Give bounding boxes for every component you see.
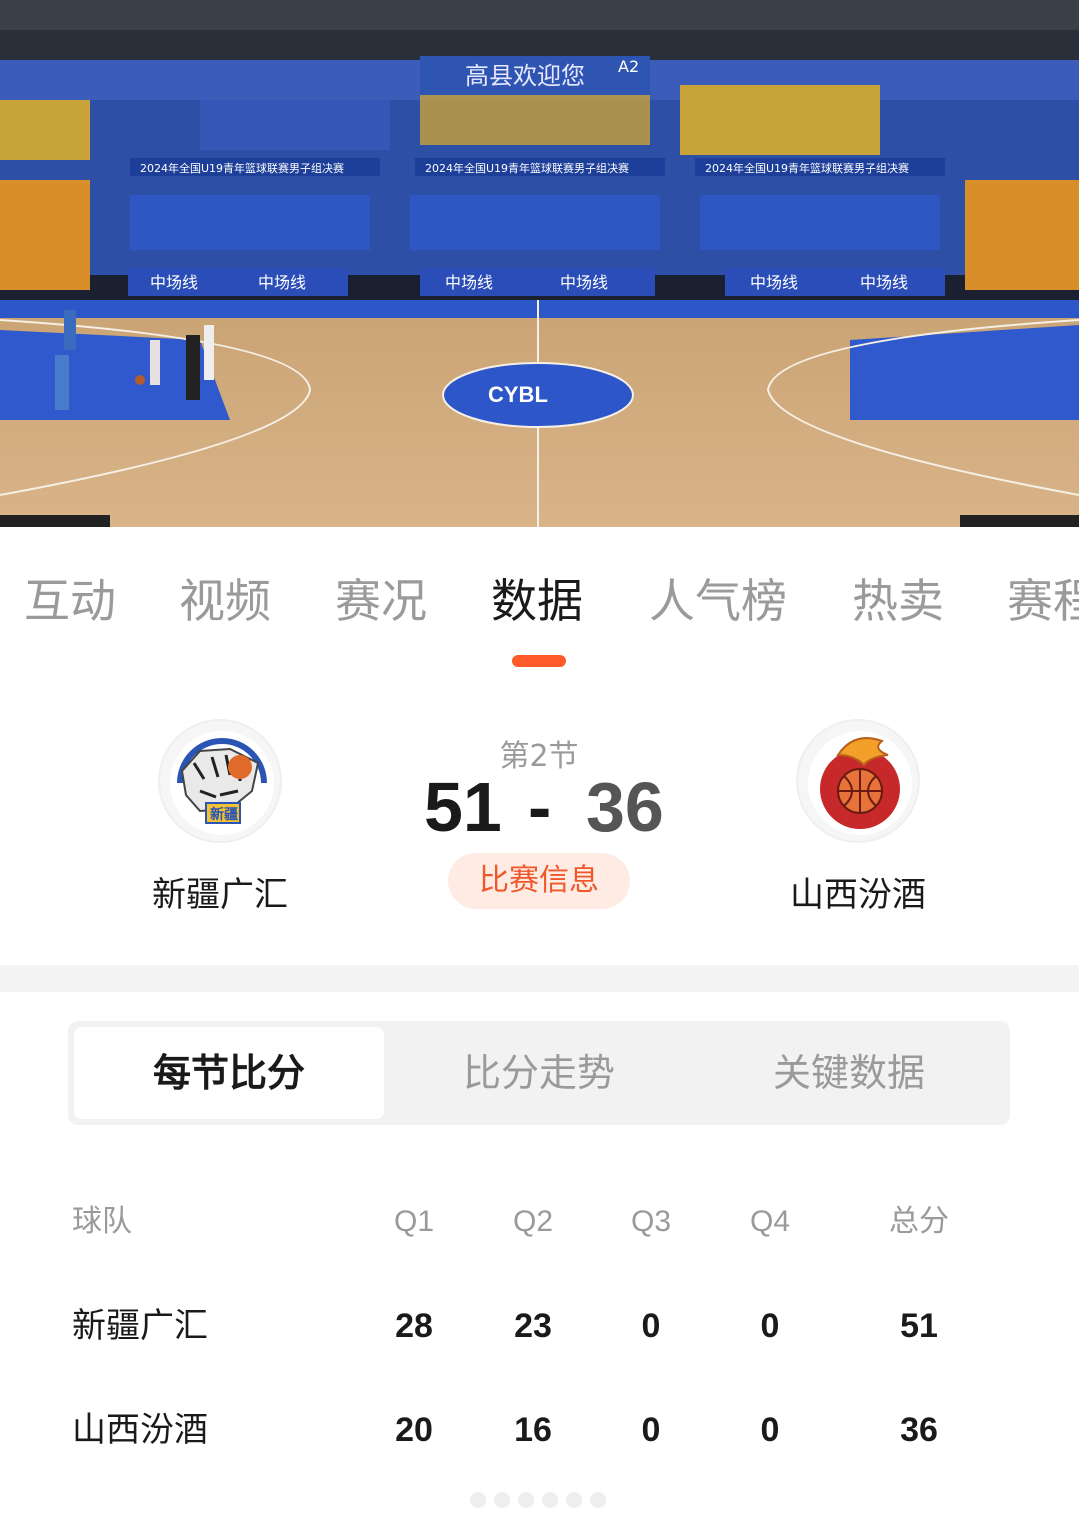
score-separator: - [528, 768, 552, 846]
event-banner-center: 2024年全国U19青年篮球联赛男子组决赛 [425, 161, 629, 175]
header-q2: Q2 [512, 1205, 554, 1238]
away-team-logo[interactable] [796, 719, 920, 843]
row-q2-score: 16 [514, 1411, 552, 1449]
scoreline: 51 - 36 [380, 767, 700, 847]
segment-score-trend[interactable]: 比分走势 [384, 1027, 694, 1119]
sponsor-board-6: 中场线 [860, 273, 908, 292]
section-label: A2 [618, 57, 639, 76]
away-team-name[interactable]: 山西汾酒 [728, 873, 988, 917]
header-q1: Q1 [393, 1205, 435, 1238]
row-q2-score: 23 [514, 1307, 552, 1345]
video-player[interactable]: 高县欢迎您 A2 2024年全国U19青年篮球联赛男子组决赛 2024年全国U1… [0, 0, 1079, 527]
sponsor-board-4: 中场线 [560, 273, 608, 292]
tab-interact[interactable]: 互动 [24, 571, 116, 631]
match-info-button[interactable]: 比赛信息 [448, 853, 630, 909]
section-divider [0, 965, 1079, 992]
event-banner-left: 2024年全国U19青年篮球联赛男子组决赛 [140, 161, 344, 175]
row-q3-score: 0 [641, 1307, 661, 1345]
row-q3-score: 0 [641, 1411, 661, 1449]
sponsor-board-5: 中场线 [750, 273, 798, 292]
watermark [470, 1487, 616, 1513]
home-score: 51 [424, 768, 502, 846]
sponsor-board-1: 中场线 [150, 273, 198, 292]
row-q4-score: 0 [760, 1307, 780, 1345]
tab-schedule[interactable]: 赛程 [1007, 571, 1079, 631]
segment-quarter-scores[interactable]: 每节比分 [74, 1027, 384, 1119]
court-logo: CYBL [488, 382, 548, 407]
stats-segment-control: 每节比分 比分走势 关键数据 [68, 1021, 1010, 1125]
away-score: 36 [586, 768, 664, 846]
row-total-score: 51 [900, 1307, 938, 1345]
arena-scene: 高县欢迎您 A2 2024年全国U19青年篮球联赛男子组决赛 2024年全国U1… [0, 0, 1079, 527]
quarter-score-table: 球队 Q1 Q2 Q3 Q4 总分 新疆广汇 28 23 0 0 51 山西汾酒… [0, 1170, 1079, 1470]
tab-live[interactable]: 赛况 [335, 571, 427, 631]
tab-bar: 互动 视频 赛况 数据 人气榜 热卖 赛程 [0, 527, 1079, 687]
tiger-logo-icon: 新疆 [170, 731, 274, 835]
tab-video[interactable]: 视频 [179, 571, 271, 631]
row-q1-score: 28 [395, 1307, 433, 1345]
score-header: 新疆 新疆广汇 第2节 51 - 36 比赛信息 山西汾酒 [0, 687, 1079, 965]
row-q1-score: 20 [395, 1411, 433, 1449]
dragon-logo-icon [808, 731, 912, 835]
home-team-logo[interactable]: 新疆 [158, 719, 282, 843]
tab-data[interactable]: 数据 [491, 571, 583, 631]
sponsor-board-3: 中场线 [445, 273, 493, 292]
header-q3: Q3 [630, 1205, 672, 1238]
header-q4: Q4 [749, 1205, 791, 1238]
row-team-name: 新疆广汇 [72, 1306, 208, 1346]
event-banner-right: 2024年全国U19青年篮球联赛男子组决赛 [705, 161, 909, 175]
welcome-banner: 高县欢迎您 [465, 62, 585, 90]
row-total-score: 36 [900, 1411, 938, 1449]
tab-popularity[interactable]: 人气榜 [649, 571, 787, 631]
header-team: 球队 [72, 1204, 132, 1239]
active-tab-indicator [512, 655, 566, 667]
home-team-name[interactable]: 新疆广汇 [90, 873, 350, 917]
tab-hot-sale[interactable]: 热卖 [852, 571, 944, 631]
header-total: 总分 [889, 1205, 949, 1238]
row-q4-score: 0 [760, 1411, 780, 1449]
sponsor-board-2: 中场线 [258, 273, 306, 292]
segment-key-stats[interactable]: 关键数据 [694, 1027, 1004, 1119]
home-logo-text: 新疆 [210, 806, 238, 823]
row-team-name: 山西汾酒 [72, 1410, 208, 1450]
